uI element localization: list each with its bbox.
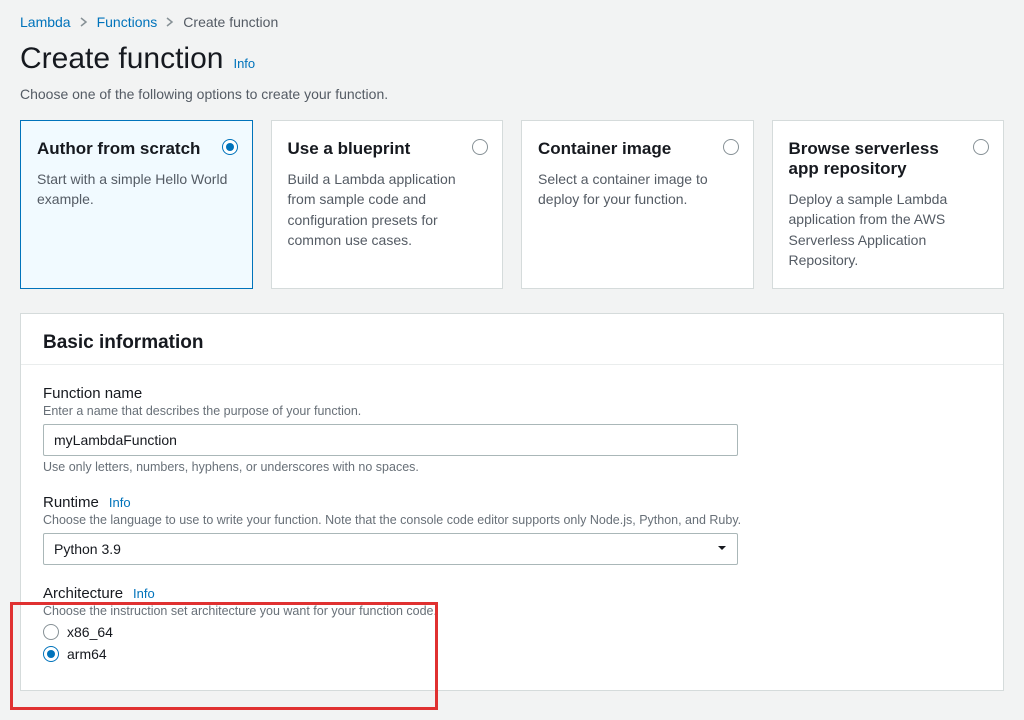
radio-label: x86_64 (67, 624, 113, 640)
chevron-right-icon (79, 14, 89, 30)
function-name-input[interactable] (43, 424, 738, 456)
function-name-label: Function name (43, 385, 981, 402)
caret-down-icon (716, 541, 728, 557)
page-subtitle: Choose one of the following options to c… (20, 86, 1004, 102)
function-name-constraint: Use only letters, numbers, hyphens, or u… (43, 460, 981, 474)
info-link-header[interactable]: Info (233, 56, 255, 71)
radio-icon (43, 624, 59, 640)
panel-header: Basic information (21, 314, 1003, 365)
architecture-help: Choose the instruction set architecture … (43, 604, 981, 618)
runtime-selected-value: Python 3.9 (54, 541, 121, 557)
breadcrumb-link-functions[interactable]: Functions (97, 14, 158, 30)
card-title: Author from scratch (37, 139, 236, 159)
card-use-blueprint[interactable]: Use a blueprint Build a Lambda applicati… (271, 120, 504, 289)
card-container-image[interactable]: Container image Select a container image… (521, 120, 754, 289)
card-title: Container image (538, 139, 737, 159)
card-desc: Select a container image to deploy for y… (538, 169, 737, 210)
card-title: Use a blueprint (288, 139, 487, 159)
radio-icon (222, 139, 238, 155)
card-desc: Start with a simple Hello World example. (37, 169, 236, 210)
field-runtime: Runtime Info Choose the language to use … (43, 494, 981, 565)
radio-x86-64[interactable]: x86_64 (43, 624, 981, 640)
radio-icon (973, 139, 989, 155)
page-title-text: Create function (20, 42, 223, 76)
card-serverless-repo[interactable]: Browse serverless app repository Deploy … (772, 120, 1005, 289)
radio-arm64[interactable]: arm64 (43, 646, 981, 662)
radio-icon (43, 646, 59, 662)
card-desc: Build a Lambda application from sample c… (288, 169, 487, 250)
radio-label: arm64 (67, 646, 107, 662)
breadcrumb-link-lambda[interactable]: Lambda (20, 14, 71, 30)
card-author-from-scratch[interactable]: Author from scratch Start with a simple … (20, 120, 253, 289)
field-function-name: Function name Enter a name that describe… (43, 385, 981, 474)
runtime-select[interactable]: Python 3.9 (43, 533, 738, 565)
info-link-runtime[interactable]: Info (109, 495, 131, 510)
panel-title: Basic information (43, 332, 981, 354)
chevron-right-icon (165, 14, 175, 30)
radio-icon (472, 139, 488, 155)
breadcrumb-current: Create function (183, 14, 278, 30)
creation-mode-cards: Author from scratch Start with a simple … (20, 120, 1004, 289)
runtime-help: Choose the language to use to write your… (43, 513, 981, 527)
runtime-label: Runtime (43, 494, 99, 511)
architecture-label: Architecture (43, 585, 123, 602)
basic-information-panel: Basic information Function name Enter a … (20, 313, 1004, 691)
function-name-help: Enter a name that describes the purpose … (43, 404, 981, 418)
radio-icon (723, 139, 739, 155)
page-title: Create function Info (20, 42, 1004, 76)
info-link-architecture[interactable]: Info (133, 586, 155, 601)
card-desc: Deploy a sample Lambda application from … (789, 189, 988, 270)
card-title: Browse serverless app repository (789, 139, 988, 179)
field-architecture: Architecture Info Choose the instruction… (43, 585, 981, 662)
breadcrumb: Lambda Functions Create function (20, 14, 1004, 30)
